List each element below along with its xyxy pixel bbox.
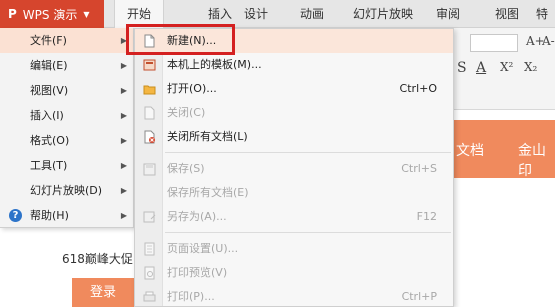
save-icon — [143, 163, 156, 176]
banner-text-documents[interactable]: 文档 — [456, 140, 484, 160]
menu-item-label: 工具(T) — [30, 159, 68, 172]
menu-item-label: 格式(O) — [30, 134, 70, 147]
promo-label: 618巅峰大促 — [62, 252, 133, 266]
menu-item-file[interactable]: 文件(F) ▶ — [0, 28, 133, 53]
menu-item-insert[interactable]: 插入(I) ▶ — [0, 103, 133, 128]
banner-text-kingsoft[interactable]: 金山印 — [518, 140, 555, 180]
chevron-right-icon: ▶ — [120, 186, 127, 195]
shortcut-label: Ctrl+S — [401, 162, 437, 175]
subscript-icon[interactable]: X₂ — [524, 60, 537, 74]
shortcut-label: Ctrl+O — [399, 82, 437, 95]
close-all-icon — [144, 130, 155, 144]
shortcut-label: F12 — [416, 210, 437, 223]
chevron-right-icon: ▶ — [120, 111, 127, 120]
menu-item-label: 视图(V) — [30, 84, 69, 97]
menu-item-print[interactable]: 打印(P)... Ctrl+P — [135, 285, 453, 307]
tab-review[interactable]: 审阅 — [428, 0, 468, 28]
tab-animation[interactable]: 动画 — [292, 0, 332, 28]
menu-item-label: 页面设置(U)... — [167, 242, 239, 255]
print-preview-icon — [144, 266, 155, 280]
separator — [165, 152, 451, 153]
chevron-right-icon: ▶ — [120, 136, 127, 145]
menu-item-view[interactable]: 视图(V) ▶ — [0, 78, 133, 103]
menu-item-slideshow[interactable]: 幻灯片放映(D) ▶ — [0, 178, 133, 203]
menu-item-label: 幻灯片放映(D) — [30, 184, 103, 197]
menu-item-local-templates[interactable]: 本机上的模板(M)... — [135, 53, 453, 77]
chevron-right-icon: ▶ — [120, 211, 127, 220]
app-menu: 文件(F) ▶ 编辑(E) ▶ 视图(V) ▶ 插入(I) ▶ 格式(O) ▶ … — [0, 28, 134, 228]
app-name: WPS 演示 — [22, 7, 78, 22]
menu-item-edit[interactable]: 编辑(E) ▶ — [0, 53, 133, 78]
menu-item-print-preview[interactable]: 打印预览(V) — [135, 261, 453, 285]
menu-item-label: 文件(F) — [30, 34, 67, 47]
menu-item-help[interactable]: ? 帮助(H) ▶ — [0, 203, 133, 228]
file-submenu: 新建(N)... 本机上的模板(M)... 打开(O)... Ctrl+O 关闭… — [134, 28, 454, 307]
menu-item-save-all[interactable]: 保存所有文档(E) — [135, 181, 453, 205]
menu-item-label: 帮助(H) — [30, 209, 69, 222]
menu-item-label: 打开(O)... — [167, 82, 217, 95]
ribbon-tab-bar: P WPS 演示 ▼ 开始 插入 设计 动画 幻灯片放映 审阅 视图 特 — [0, 0, 555, 28]
separator — [165, 232, 451, 233]
font-size-field[interactable] — [470, 34, 518, 52]
menu-item-label: 保存所有文档(E) — [167, 186, 249, 199]
menu-item-save[interactable]: 保存(S) Ctrl+S — [135, 157, 453, 181]
highlight-annotation — [126, 24, 235, 55]
menu-item-label: 保存(S) — [167, 162, 205, 175]
menu-item-label: 本机上的模板(M)... — [167, 58, 262, 71]
tab-slideshow[interactable]: 幻灯片放映 — [345, 0, 421, 28]
menu-item-label: 关闭所有文档(L) — [167, 130, 248, 143]
font-color-icon[interactable]: A — [476, 60, 486, 76]
open-folder-icon — [143, 85, 156, 95]
chevron-right-icon: ▶ — [120, 161, 127, 170]
menu-item-tools[interactable]: 工具(T) ▶ — [0, 153, 133, 178]
help-icon: ? — [9, 209, 22, 222]
menu-item-page-setup[interactable]: 页面设置(U)... — [135, 237, 453, 261]
login-button[interactable]: 登录 — [72, 278, 134, 307]
menu-item-close-all[interactable]: 关闭所有文档(L) — [135, 125, 453, 149]
menu-item-label: 打印(P)... — [167, 290, 215, 303]
chevron-right-icon: ▶ — [120, 61, 127, 70]
menu-item-save-as[interactable]: 另存为(A)... F12 — [135, 205, 453, 229]
menu-item-label: 另存为(A)... — [167, 210, 227, 223]
menu-item-label: 编辑(E) — [30, 59, 68, 72]
printer-icon — [143, 291, 156, 302]
superscript-icon[interactable]: X² — [500, 60, 513, 74]
menu-item-label: 插入(I) — [30, 109, 64, 122]
template-icon — [143, 59, 156, 71]
wps-logo-icon: P — [8, 7, 17, 21]
page-setup-icon — [144, 242, 155, 256]
save-as-icon — [143, 211, 156, 223]
caret-down-icon: ▼ — [83, 9, 90, 19]
menu-item-label: 关闭(C) — [167, 106, 206, 119]
chevron-right-icon: ▶ — [120, 86, 127, 95]
app-menu-button[interactable]: P WPS 演示 ▼ — [0, 0, 104, 28]
tab-design[interactable]: 设计 — [236, 0, 276, 28]
shrink-font-icon[interactable]: A- — [542, 34, 555, 48]
menu-item-label: 打印预览(V) — [167, 266, 228, 279]
menu-item-close[interactable]: 关闭(C) — [135, 101, 453, 125]
strikethrough-icon[interactable]: S — [457, 60, 467, 76]
menu-item-format[interactable]: 格式(O) ▶ — [0, 128, 133, 153]
shortcut-label: Ctrl+P — [401, 290, 437, 303]
tab-special[interactable]: 特 — [530, 0, 554, 28]
close-document-icon — [144, 106, 155, 120]
tab-view[interactable]: 视图 — [487, 0, 527, 28]
menu-item-open[interactable]: 打开(O)... Ctrl+O — [135, 77, 453, 101]
